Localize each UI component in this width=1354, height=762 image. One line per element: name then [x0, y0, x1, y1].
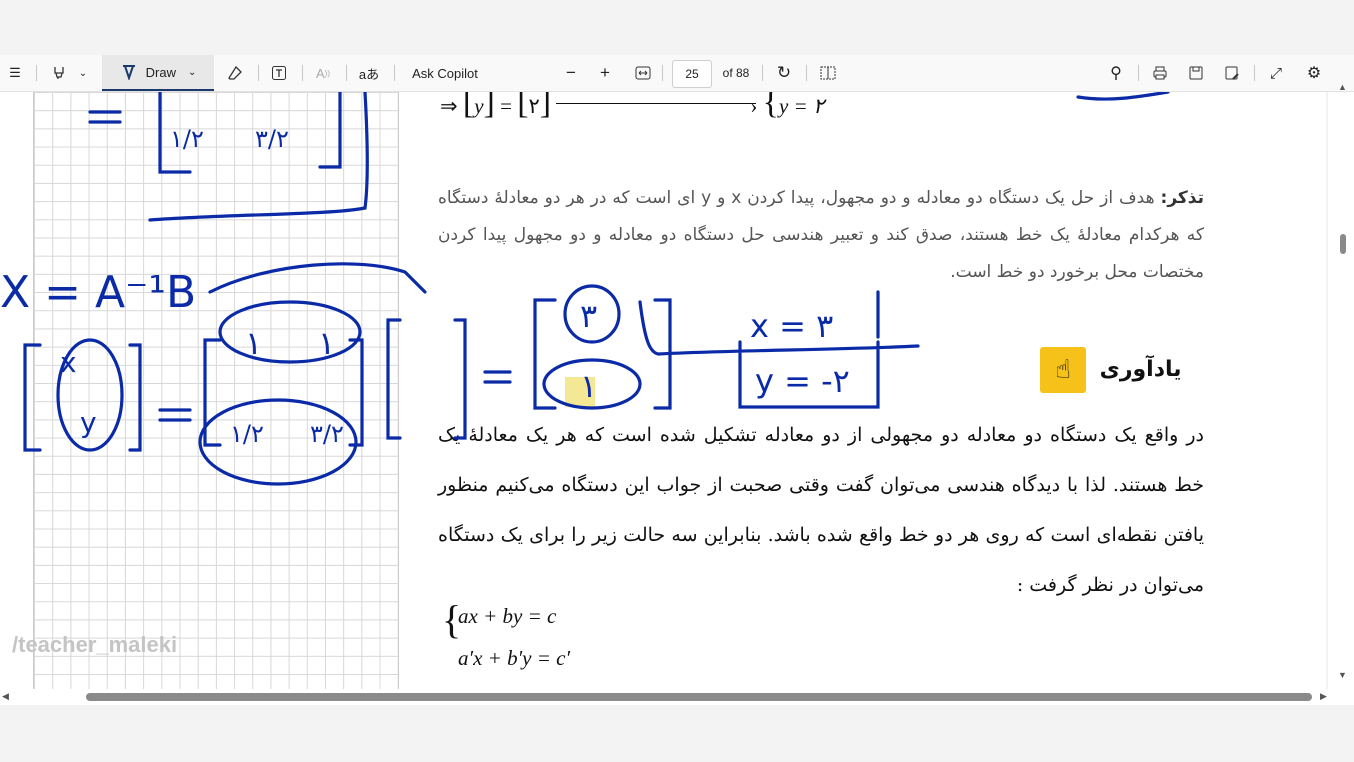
ink-rhs-3: ۳ [580, 297, 597, 335]
translate-icon[interactable]: aあ [354, 55, 384, 91]
ink-fraction-a: ۱/۲ [170, 125, 204, 153]
ink-scribble [1076, 92, 1170, 101]
scroll-left-icon[interactable]: ◀ [2, 691, 9, 702]
divider [806, 65, 807, 81]
ink-matrix-a22: ۳/۲ [310, 420, 344, 448]
ink-matrix-a11: ۱ [245, 324, 262, 362]
handwriting-layer: X = A⁻¹B ۱/۲ ۳/۲ x y ۱ ۱ ۱/۲ ۳/۲ ۳ ۱ x =… [0, 92, 1170, 486]
watermark: /teacher_maleki [12, 632, 178, 657]
ink-underline [148, 92, 369, 222]
divider [302, 65, 303, 81]
fit-width-icon[interactable] [632, 55, 654, 91]
divider [346, 65, 347, 81]
vertical-scrollbar[interactable]: ▲ ▼ [1328, 82, 1354, 689]
ink-circle-row1 [218, 300, 362, 364]
draw-button[interactable]: Draw ⌄ [102, 55, 214, 91]
text-box-icon[interactable] [266, 55, 292, 91]
ask-copilot-button[interactable]: Ask Copilot [400, 55, 490, 91]
eraser-icon[interactable] [222, 55, 248, 91]
divider [394, 65, 395, 81]
horizontal-scroll-thumb[interactable] [86, 693, 1312, 701]
zoom-in-button[interactable]: + [594, 55, 616, 91]
ink-rhs-bracket [386, 318, 467, 440]
ink-result-bracket [533, 298, 672, 410]
vertical-scroll-thumb[interactable] [1340, 234, 1346, 254]
divider [258, 65, 259, 81]
search-icon[interactable]: ⚲ [1104, 55, 1128, 91]
page-number-input[interactable]: 25 [672, 60, 712, 88]
highlight-icon[interactable] [46, 55, 72, 91]
scroll-right-icon[interactable]: ▶ [1320, 691, 1327, 702]
expand-icon[interactable]: ⤢ [1264, 55, 1288, 91]
ink-matrix-top [88, 92, 342, 174]
ink-x-result: x = ۳ [750, 307, 833, 345]
ink-formula: X = A⁻¹B [0, 267, 196, 318]
page-view-icon[interactable] [816, 55, 840, 91]
draw-label: Draw [145, 64, 176, 80]
ink-matrix-a21: ۱/۲ [230, 420, 264, 448]
settings-icon[interactable]: ⚙ [1302, 55, 1326, 91]
ink-lhs-x: x [60, 346, 77, 379]
scroll-down-icon[interactable]: ▼ [1338, 670, 1347, 680]
contents-icon[interactable]: ☰ [4, 55, 26, 91]
pen-icon [122, 65, 135, 80]
ink-fraction-b: ۳/۲ [255, 125, 289, 153]
ink-matrix-a12: ۱ [318, 324, 335, 362]
rotate-icon[interactable]: ↻ [772, 55, 796, 91]
read-aloud-icon[interactable]: A)) [310, 55, 336, 91]
ink-lhs-y: y [80, 406, 97, 439]
horizontal-scrollbar[interactable]: ◀ ▶ [0, 689, 1354, 705]
save-icon[interactable] [1184, 55, 1208, 91]
scroll-up-icon[interactable]: ▲ [1338, 82, 1347, 92]
divider [1254, 65, 1255, 81]
print-icon[interactable] [1148, 55, 1172, 91]
highlight-dropdown-icon[interactable]: ⌄ [74, 55, 92, 91]
chevron-down-icon: ⌄ [187, 66, 197, 78]
divider [36, 65, 37, 81]
ink-y-result: y = -۲ [755, 362, 850, 400]
divider [1138, 65, 1139, 81]
divider [662, 65, 663, 81]
window-top-band [0, 0, 1354, 55]
zoom-out-button[interactable]: − [560, 55, 582, 91]
save-as-icon[interactable] [1220, 55, 1244, 91]
ink-arrow-curve [208, 262, 427, 294]
divider [762, 65, 763, 81]
ink-rhs-1: ۱ [580, 367, 597, 405]
pdf-toolbar: ☰ ⌄ Draw ⌄ A)) aあ Ask Copilot − + 25 of … [0, 55, 1354, 92]
page-total: of 88 [722, 66, 750, 80]
pdf-page: ⇒ [y] = [۲] › {y = ۲ تذکر: هدف از حل یک … [0, 92, 1326, 689]
